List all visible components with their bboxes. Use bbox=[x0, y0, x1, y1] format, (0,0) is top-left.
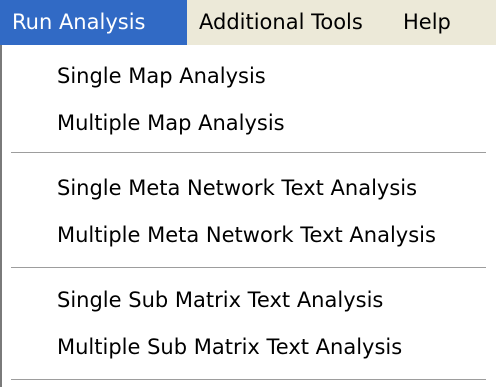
menu-separator bbox=[11, 267, 486, 269]
menu-item-multiple-sub-matrix-text-analysis[interactable]: Multiple Sub Matrix Text Analysis bbox=[57, 330, 402, 364]
menu-separator bbox=[11, 152, 486, 154]
menu-separator bbox=[11, 379, 486, 381]
application-window: Run Analysis Additional Tools Help Singl… bbox=[0, 0, 496, 387]
menu-additional-tools[interactable]: Additional Tools bbox=[187, 0, 391, 45]
menu-help[interactable]: Help bbox=[391, 0, 467, 45]
menu-run-analysis[interactable]: Run Analysis bbox=[0, 0, 187, 45]
menu-item-single-meta-network-text-analysis[interactable]: Single Meta Network Text Analysis bbox=[57, 171, 417, 205]
menu-item-multiple-map-analysis[interactable]: Multiple Map Analysis bbox=[57, 106, 285, 140]
menu-item-single-sub-matrix-text-analysis[interactable]: Single Sub Matrix Text Analysis bbox=[57, 283, 383, 317]
menu-item-multiple-meta-network-text-analysis[interactable]: Multiple Meta Network Text Analysis bbox=[57, 218, 436, 252]
menu-bar: Run Analysis Additional Tools Help bbox=[0, 0, 496, 45]
menu-item-single-map-analysis[interactable]: Single Map Analysis bbox=[57, 59, 266, 93]
run-analysis-dropdown-menu: Single Map Analysis Multiple Map Analysi… bbox=[0, 45, 496, 387]
